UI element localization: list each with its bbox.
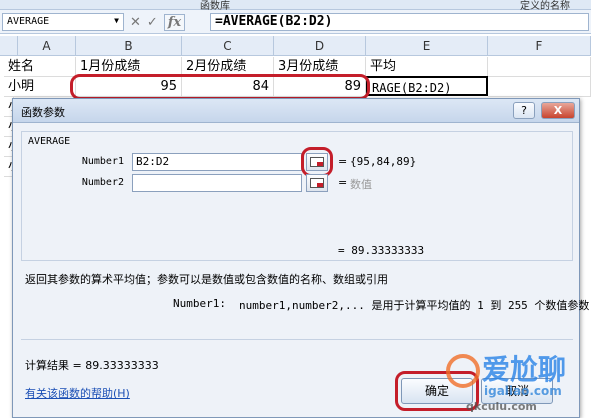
- cell-f1[interactable]: [488, 57, 591, 77]
- cell-a1[interactable]: 姓名: [4, 57, 76, 77]
- column-header-f[interactable]: F: [488, 36, 591, 56]
- dialog-title: 函数参数: [21, 106, 65, 119]
- watermark-title: 爱尬聊: [482, 353, 567, 386]
- watermark-circle-icon: [446, 354, 480, 388]
- name-box-value: AVERAGE: [7, 16, 50, 27]
- cell-e1[interactable]: 平均: [366, 57, 488, 77]
- name-box[interactable]: AVERAGE ▼: [2, 13, 124, 31]
- dialog-titlebar[interactable]: 函数参数 ? X: [13, 99, 579, 123]
- watermark-domain-secondary: qkculu.com: [466, 400, 537, 413]
- arguments-group: AVERAGE Number1 B2:D2 = {95,84,89} Numbe…: [21, 131, 573, 261]
- arg-help-text: number1,number2,... 是用于计算平均值的 1 到 255 个数…: [239, 299, 590, 312]
- arg-help-label: Number1:: [173, 297, 226, 310]
- chevron-down-icon[interactable]: ▼: [114, 16, 119, 25]
- cell-e2-active[interactable]: RAGE(B2:D2): [366, 76, 488, 96]
- calculation-result: 计算结果 = 89.33333333: [25, 359, 159, 372]
- close-icon[interactable]: X: [541, 102, 575, 119]
- divider: [21, 339, 573, 340]
- highlight-range-b2-d2: [70, 74, 370, 100]
- column-header-a[interactable]: A: [18, 36, 76, 56]
- number1-input[interactable]: B2:D2: [132, 153, 302, 171]
- formula-result: = 89.33333333: [338, 244, 425, 257]
- insert-function-icon[interactable]: fx: [163, 13, 186, 31]
- formula-bar: AVERAGE ▼ ✕ ✓ fx =AVERAGE(B2:D2): [0, 10, 591, 34]
- ribbon-strip: 函数库 定义的名称: [0, 0, 591, 12]
- number1-result: {95,84,89}: [350, 155, 417, 168]
- function-name: AVERAGE: [28, 136, 71, 147]
- cancel-formula-icon[interactable]: ✕: [130, 15, 141, 30]
- watermark-domain: igaliao.com: [484, 384, 562, 398]
- enter-formula-icon[interactable]: ✓: [147, 15, 158, 30]
- number2-input[interactable]: [132, 174, 302, 192]
- column-header-e[interactable]: E: [366, 36, 488, 56]
- number1-equals: =: [338, 155, 348, 168]
- watermark-logo: 爱尬聊 igaliao.com qkculu.com: [446, 348, 586, 414]
- cell-f2[interactable]: [488, 77, 591, 97]
- formula-buttons: ✕ ✓ fx: [130, 13, 204, 31]
- number1-label: Number1: [81, 156, 124, 167]
- number2-label: Number2: [81, 177, 124, 188]
- help-icon[interactable]: ?: [513, 102, 535, 119]
- column-header-d[interactable]: D: [274, 36, 366, 56]
- column-header-c[interactable]: C: [182, 36, 274, 56]
- number2-equals: =: [338, 176, 348, 189]
- number2-hint: 数值: [350, 178, 372, 191]
- select-all-corner[interactable]: [0, 36, 18, 56]
- highlight-collapse-button: [301, 147, 333, 177]
- number2-collapse-icon[interactable]: [306, 174, 328, 192]
- cell-a2[interactable]: 小明: [4, 77, 76, 97]
- function-help-link[interactable]: 有关该函数的帮助(H): [25, 385, 130, 401]
- function-description: 返回其参数的算术平均值；参数可以是数值或包含数值的名称、数组或引用: [25, 273, 388, 286]
- column-header-b[interactable]: B: [76, 36, 182, 56]
- formula-input[interactable]: =AVERAGE(B2:D2): [210, 13, 589, 31]
